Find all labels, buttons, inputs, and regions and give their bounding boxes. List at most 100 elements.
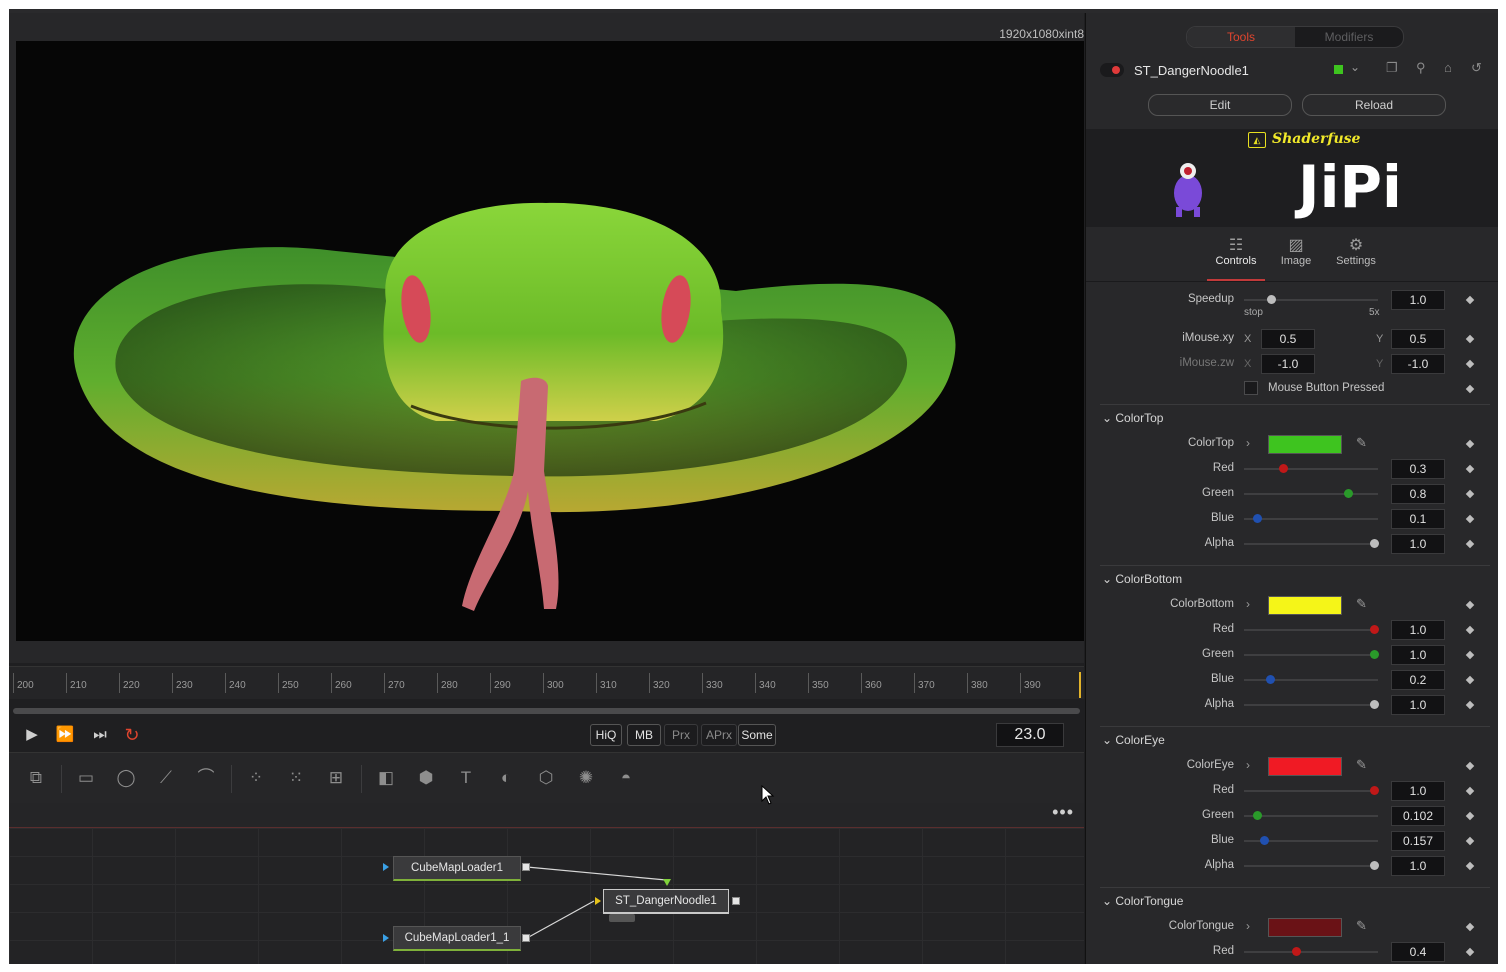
- tool-enable-toggle[interactable]: [1100, 63, 1124, 77]
- prx-toggle[interactable]: Prx: [664, 724, 698, 746]
- channel-slider[interactable]: [1244, 700, 1379, 709]
- node-cubemaploader1-1[interactable]: CubeMapLoader1_1: [393, 926, 521, 951]
- channel-value-field[interactable]: 0.8: [1391, 484, 1445, 504]
- channel-slider[interactable]: [1244, 861, 1379, 870]
- node-input-port[interactable]: [383, 863, 389, 871]
- slider-knob[interactable]: [1253, 514, 1262, 523]
- keyframe-icon[interactable]: [1465, 489, 1475, 499]
- chevron-right-icon[interactable]: ›: [1246, 919, 1250, 933]
- particle-emitter-icon[interactable]: ⁘: [241, 765, 271, 791]
- channel-value-field[interactable]: 1.0: [1391, 856, 1445, 876]
- keyframe-icon[interactable]: [1465, 861, 1475, 871]
- channel-value-field[interactable]: 0.4: [1391, 942, 1445, 962]
- camera-3d-icon[interactable]: ⬡: [531, 765, 561, 791]
- channel-slider[interactable]: [1244, 675, 1378, 684]
- slider-knob[interactable]: [1370, 539, 1379, 548]
- keyframe-icon[interactable]: [1465, 600, 1475, 610]
- channel-slider[interactable]: [1244, 625, 1379, 634]
- edit-button[interactable]: Edit: [1148, 94, 1292, 116]
- timeline-ruler[interactable]: 200 210 220 230 240 250 260 270 280 290 300 310 320 3…: [9, 666, 1084, 699]
- keyframe-icon[interactable]: [1465, 295, 1475, 305]
- node-output-port[interactable]: [732, 897, 740, 905]
- chevron-down-icon[interactable]: ⌄: [1350, 60, 1360, 74]
- keyframe-icon[interactable]: [1465, 922, 1475, 932]
- tab-image[interactable]: ▨ Image: [1267, 235, 1325, 267]
- keyframe-icon[interactable]: [1465, 384, 1475, 394]
- keyframe-icon[interactable]: [1465, 439, 1475, 449]
- keyframe-icon[interactable]: [1465, 539, 1475, 549]
- image-plane-3d-icon[interactable]: ◧: [371, 765, 401, 791]
- slider-knob[interactable]: [1370, 861, 1379, 870]
- channel-value-field[interactable]: 0.102: [1391, 806, 1445, 826]
- render-canvas[interactable]: [16, 41, 1084, 641]
- tab-tools[interactable]: Tools: [1187, 27, 1295, 47]
- imouse-w-field[interactable]: -1.0: [1391, 354, 1445, 374]
- slider-knob[interactable]: [1292, 947, 1301, 956]
- node-st-dangernoodle1[interactable]: ST_DangerNoodle1: [603, 889, 729, 914]
- channel-slider[interactable]: [1244, 514, 1378, 523]
- channel-value-field[interactable]: 1.0: [1391, 620, 1445, 640]
- tab-settings[interactable]: ⚙ Settings: [1327, 235, 1385, 267]
- viewer-panel[interactable]: 1920x1080xint8: [9, 13, 1084, 663]
- pin-icon[interactable]: ⚲: [1416, 60, 1426, 76]
- text-3d-icon[interactable]: T: [451, 765, 481, 791]
- channel-slider[interactable]: [1244, 489, 1378, 498]
- chevron-right-icon[interactable]: ›: [1246, 758, 1250, 772]
- more-options-button[interactable]: •••: [1052, 803, 1074, 821]
- keyframe-icon[interactable]: [1465, 359, 1475, 369]
- group-header-colortongue[interactable]: ⌄ ColorTongue: [1102, 894, 1183, 908]
- slider-knob[interactable]: [1370, 786, 1379, 795]
- channel-value-field[interactable]: 1.0: [1391, 645, 1445, 665]
- renderer-3d-icon[interactable]: ◓: [611, 765, 641, 791]
- playhead[interactable]: [1079, 672, 1081, 698]
- keyframe-icon[interactable]: [1465, 464, 1475, 474]
- channel-value-field[interactable]: 1.0: [1391, 781, 1445, 801]
- mb-toggle[interactable]: MB: [627, 724, 661, 746]
- keyframe-icon[interactable]: [1465, 700, 1475, 710]
- keyframe-icon[interactable]: [1465, 514, 1475, 524]
- group-header-colorbottom[interactable]: ⌄ ColorBottom: [1102, 572, 1182, 586]
- channel-value-field[interactable]: 0.157: [1391, 831, 1445, 851]
- some-toggle[interactable]: Some: [738, 724, 776, 746]
- tab-controls[interactable]: ☷ Controls: [1207, 235, 1265, 281]
- keyframe-icon[interactable]: [1465, 334, 1475, 344]
- particle-merge-icon[interactable]: ⊞: [321, 765, 351, 791]
- channel-slider[interactable]: [1244, 811, 1378, 820]
- slider-knob[interactable]: [1279, 464, 1288, 473]
- particle-render-icon[interactable]: ⁙: [281, 765, 311, 791]
- version-icon[interactable]: ❐: [1386, 60, 1398, 76]
- node-input-port[interactable]: [383, 934, 389, 942]
- shape-3d-icon[interactable]: ⬢: [411, 765, 441, 791]
- lock-icon[interactable]: ⌂: [1444, 60, 1452, 75]
- eyedropper-icon[interactable]: ✎: [1356, 596, 1367, 612]
- ellipse-mask-icon[interactable]: ◯: [111, 765, 141, 791]
- reset-icon[interactable]: ↺: [1471, 60, 1482, 76]
- channel-slider[interactable]: [1244, 836, 1378, 845]
- channel-slider[interactable]: [1244, 539, 1379, 548]
- channel-value-field[interactable]: 0.3: [1391, 459, 1445, 479]
- fast-forward-button[interactable]: ⏩: [54, 726, 76, 744]
- reload-button[interactable]: Reload: [1302, 94, 1446, 116]
- current-frame-field[interactable]: 23.0: [996, 723, 1064, 747]
- imouse-x-field[interactable]: 0.5: [1261, 329, 1315, 349]
- channel-value-field[interactable]: 1.0: [1391, 534, 1445, 554]
- timeline-scrollbar[interactable]: [13, 708, 1080, 714]
- merge-3d-icon[interactable]: ◐: [491, 765, 521, 791]
- channel-value-field[interactable]: 1.0: [1391, 695, 1445, 715]
- chevron-down-icon[interactable]: ⌄: [1102, 572, 1115, 586]
- polygon-mask-icon[interactable]: ⟋: [151, 765, 181, 791]
- chevron-down-icon[interactable]: ⌄: [1102, 894, 1115, 908]
- tool-color-swatch[interactable]: [1334, 65, 1343, 74]
- slider-knob[interactable]: [1370, 700, 1379, 709]
- slider-knob[interactable]: [1370, 650, 1379, 659]
- eyedropper-icon[interactable]: ✎: [1356, 757, 1367, 773]
- keyframe-icon[interactable]: [1465, 836, 1475, 846]
- play-button[interactable]: ▶: [21, 726, 43, 744]
- color-swatch[interactable]: [1268, 435, 1342, 454]
- slider-knob[interactable]: [1344, 489, 1353, 498]
- speedup-field[interactable]: 1.0: [1391, 290, 1445, 310]
- eyedropper-icon[interactable]: ✎: [1356, 435, 1367, 451]
- go-to-end-button[interactable]: ⏭: [89, 726, 111, 744]
- node-thumbnail-toggle[interactable]: [609, 914, 635, 922]
- slider-knob[interactable]: [1266, 675, 1275, 684]
